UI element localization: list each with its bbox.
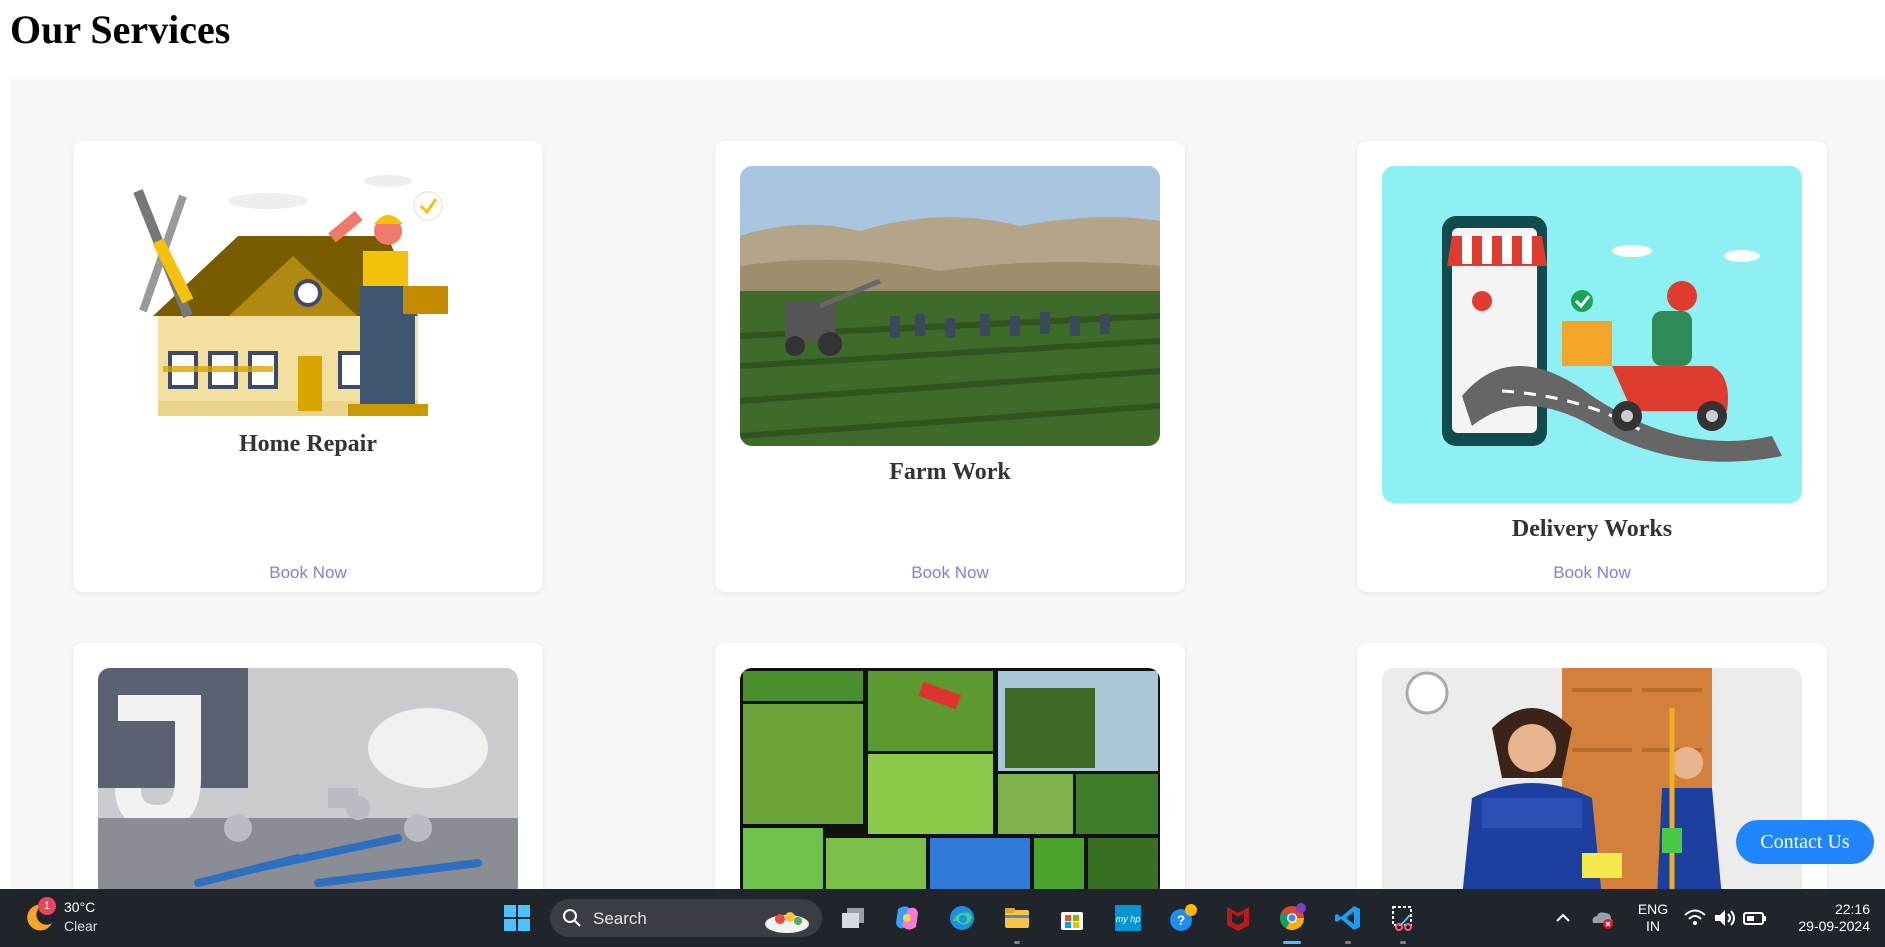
weather-widget[interactable]: 1 30°C Clear [24,897,114,939]
region-label: IN [1646,918,1660,934]
taskbar: 1 30°C Clear Search my hp ? ENG IN 22:16… [0,889,1885,947]
plumbing-image [98,668,518,889]
services-grid: Home Repair Book Now Farm Work Book Now … [10,79,1885,889]
mcafee-icon[interactable] [1220,900,1256,936]
cleaning-image [1382,668,1802,889]
home-repair-image [98,166,518,421]
battery-icon[interactable] [1740,900,1770,936]
taskbar-active-indicator [1400,941,1406,944]
search-icon [563,909,581,927]
weather-condition: Clear [64,918,98,934]
copilot-icon[interactable] [889,900,925,936]
notification-badge: 1 [38,897,56,915]
task-view-icon[interactable] [835,900,871,936]
tips-icon[interactable]: ? [1165,900,1201,936]
service-title: Farm Work [889,459,1011,485]
book-now-link-home-repair[interactable]: Book Now [73,563,543,583]
taskbar-active-indicator [1014,941,1020,944]
clock-time: 22:16 [1834,901,1870,917]
page-title: Our Services [10,7,231,52]
service-card-plumbing [73,643,543,889]
service-title: Delivery Works [1511,516,1673,542]
clock-date: 29-09-2024 [1798,918,1870,934]
edge-icon[interactable] [944,900,980,936]
svg-text:my hp: my hp [1116,914,1141,924]
service-card-gardening [715,643,1185,889]
volume-icon[interactable] [1710,900,1740,936]
file-explorer-icon[interactable] [999,900,1035,936]
windows-start-icon[interactable] [499,900,535,936]
taskbar-active-indicator [1283,941,1301,944]
microsoft-store-icon[interactable] [1054,900,1090,936]
language-indicator[interactable]: ENG IN [1636,901,1670,947]
vscode-icon[interactable] [1330,900,1366,936]
service-card-farm-work: Farm Work Book Now [715,141,1185,592]
snipping-tool-icon[interactable] [1385,900,1421,936]
language-label: ENG [1637,901,1669,917]
chrome-icon[interactable] [1274,900,1310,936]
weather-temperature: 30°C [64,899,96,915]
book-now-link-farm-work[interactable]: Book Now [715,563,1185,583]
gardening-image [740,668,1160,889]
service-title: Home Repair [239,431,377,457]
chevron-up-icon[interactable] [1546,900,1580,936]
onedrive-error-icon[interactable] [1585,900,1619,936]
contact-us-button[interactable]: Contact Us [1736,820,1874,864]
delivery-works-image [1382,166,1802,503]
system-clock[interactable]: 22:16 29-09-2024 [1780,901,1870,947]
book-now-link-delivery-works[interactable]: Book Now [1357,563,1827,583]
taskbar-active-indicator [1345,941,1351,944]
service-card-home-repair: Home Repair Book Now [73,141,543,592]
search-highlight-icon [765,912,809,933]
search-placeholder: Search [593,909,647,928]
service-card-delivery-works: Delivery Works Book Now [1357,141,1827,592]
wifi-icon[interactable] [1680,900,1710,936]
svg-text:?: ? [1177,912,1186,928]
myhp-icon[interactable]: my hp [1110,900,1146,936]
farm-work-image [740,166,1160,446]
taskbar-search[interactable]: Search [550,899,822,937]
